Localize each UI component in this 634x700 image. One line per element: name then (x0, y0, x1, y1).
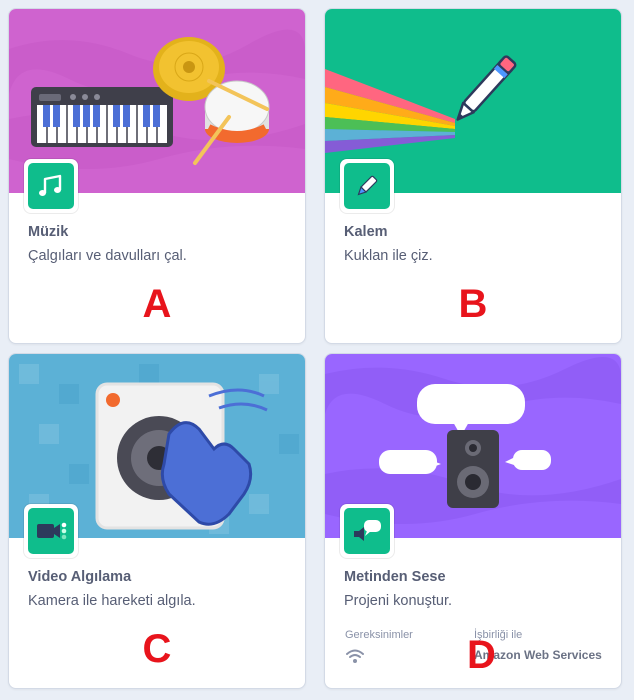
extension-title: Video Algılama (28, 569, 132, 585)
extension-badge (24, 504, 78, 558)
extension-title: Kalem (344, 224, 388, 240)
extension-card-text-to-speech[interactable]: Metinden Sese Projeni konuştur. Gereksin… (324, 353, 622, 689)
speech-bubble-left (379, 450, 441, 474)
extension-description: Projeni konuştur. (344, 593, 453, 609)
music-notes-icon (28, 163, 74, 209)
extension-card-video-sensing[interactable]: Video Algılama Kamera ile hareketi algıl… (8, 353, 306, 689)
extension-card-music[interactable]: Müzik Çalgıları ve davulları çal. A (8, 8, 306, 344)
extension-description: Çalgıları ve davulları çal. (28, 248, 187, 264)
extension-title: Müzik (28, 224, 69, 240)
pen-icon (344, 163, 390, 209)
keyboard-icon (31, 87, 173, 147)
video-sensing-icon (28, 508, 74, 554)
annotation-letter: C (142, 627, 172, 671)
speech-bubble-icon (344, 508, 390, 554)
extension-badge (340, 504, 394, 558)
annotation-letter: B (458, 282, 488, 326)
extension-card-pen[interactable]: Kalem Kuklan ile çiz. B (324, 8, 622, 344)
extension-description: Kamera ile hareketi algıla. (28, 593, 196, 609)
extension-title: Metinden Sese (344, 569, 446, 585)
annotation-letter: D (467, 633, 496, 677)
extension-badge (24, 159, 78, 213)
extension-description: Kuklan ile çiz. (344, 248, 433, 264)
speaker-icon (447, 430, 499, 508)
extension-badge (340, 159, 394, 213)
annotation-letter: A (142, 282, 172, 326)
